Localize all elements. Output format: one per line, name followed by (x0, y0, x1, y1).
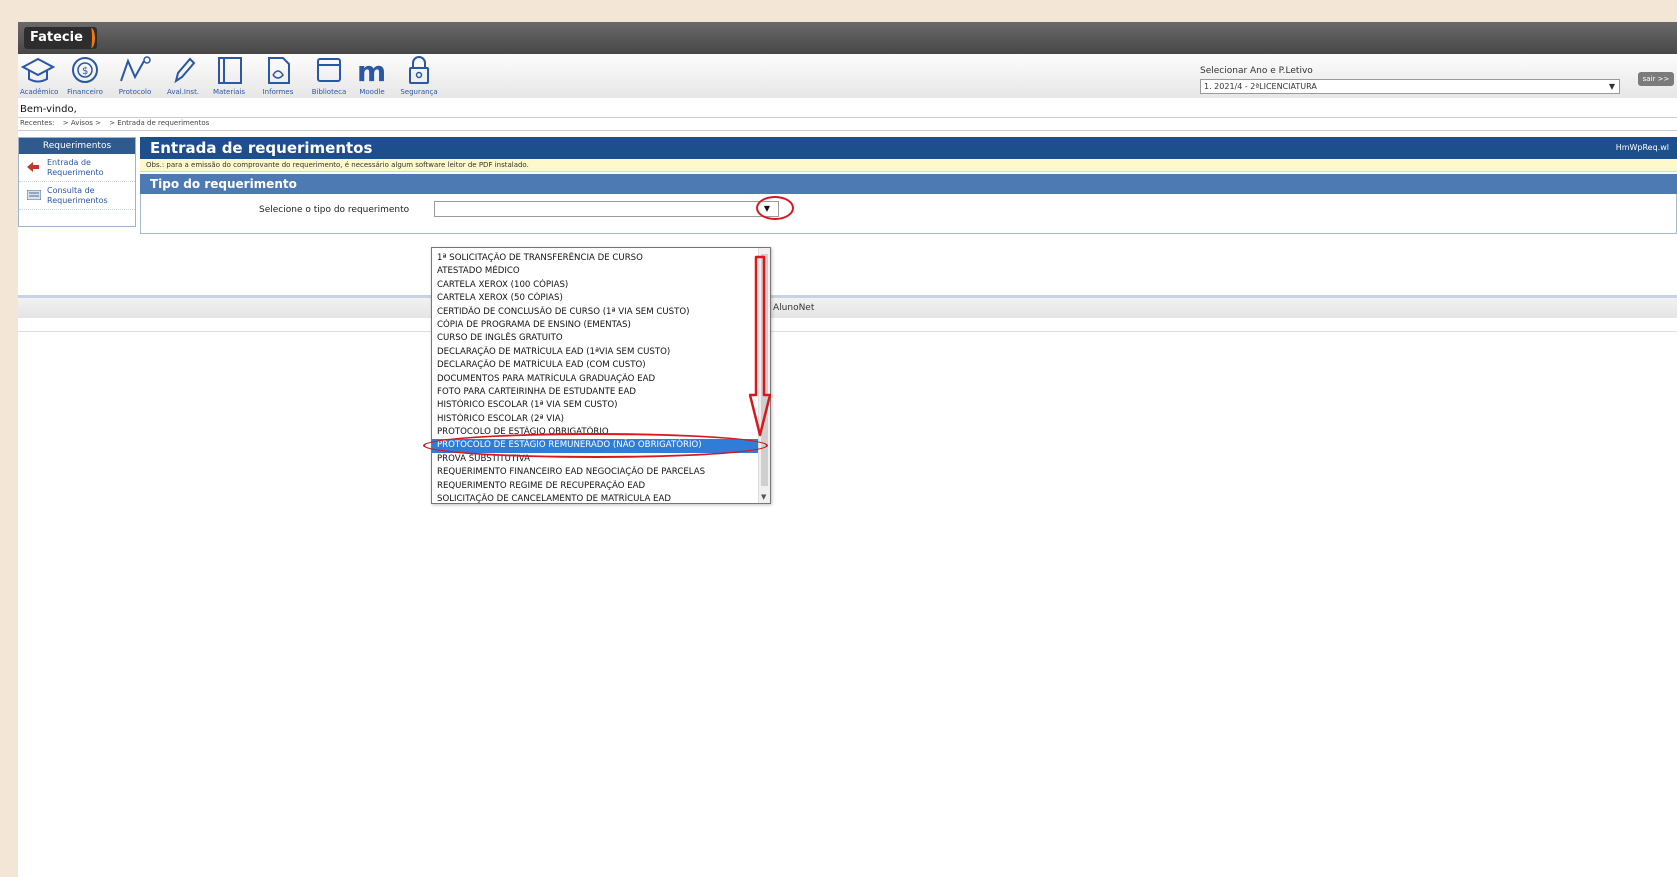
divider (18, 130, 1677, 131)
menu-item-informes[interactable]: Informes (260, 54, 296, 98)
menu-item-aval-inst[interactable]: Aval.Inst. (164, 54, 202, 98)
page-code: HmWpReq.wl (1615, 143, 1669, 152)
main-panel: Entrada de requerimentos HmWpReq.wl Obs.… (140, 137, 1677, 272)
menu-label: Financeiro (67, 88, 103, 96)
sidebar-item-consulta[interactable]: Consulta de Requerimentos (19, 182, 135, 210)
dropdown-option[interactable]: CÓPIA DE PROGRAMA DE ENSINO (EMENTAS) (432, 319, 770, 332)
sidebar-item-label: Entrada de Requerimento (47, 158, 104, 177)
logo-text: Fatecie (30, 30, 83, 45)
dropdown-option[interactable]: CERTIDÃO DE CONCLUSÃO DE CURSO (1ª VIA S… (432, 306, 770, 319)
menu-label: Biblioteca (311, 88, 347, 96)
sidebar-title: Requerimentos (19, 138, 135, 154)
menu-item-academico[interactable]: Acadêmico (20, 54, 59, 98)
menu-item-materiais[interactable]: Materiais (212, 54, 246, 98)
menu-item-seguranca[interactable]: Segurança (400, 54, 438, 98)
dropdown-option[interactable]: 1ª SOLICITAÇÃO DE TRANSFERÊNCIA DE CURSO (432, 252, 770, 265)
section-title: Tipo do requerimento (140, 174, 1677, 194)
menu-item-moodle[interactable]: m Moodle (354, 54, 390, 98)
dropdown-option[interactable]: DOCUMENTOS PARA MATRÍCULA GRADUAÇÃO EAD (432, 373, 770, 386)
dropdown-option[interactable]: CARTELA XEROX (100 CÓPIAS) (432, 279, 770, 292)
dropdown-option[interactable]: DECLARAÇÃO DE MATRÍCULA EAD (COM CUSTO) (432, 359, 770, 372)
line-graph-icon (120, 56, 151, 82)
exit-button[interactable]: sair >> (1638, 72, 1674, 86)
annotation-oval (423, 433, 768, 458)
footer-text: AlunoNet (773, 303, 815, 313)
app-window: Fatecie Acadêmico $ Financeiro Protocolo… (18, 22, 1677, 877)
dropdown-option[interactable]: FOTO PARA CARTEIRINHA DE ESTUDANTE EAD (432, 386, 770, 399)
menu-label: Informes (262, 88, 294, 96)
logo-swoosh-icon (87, 28, 95, 48)
sidebar-item-label: Consulta de Requerimentos (47, 186, 108, 205)
breadcrumb-link-entrada[interactable]: > Entrada de requerimentos (109, 119, 209, 127)
divider (18, 117, 1677, 118)
requerimento-type-options[interactable]: 1ª SOLICITAÇÃO DE TRANSFERÊNCIA DE CURSO… (431, 247, 771, 504)
menu-label: Moodle (359, 88, 385, 96)
menu-label: Aval.Inst. (166, 88, 200, 96)
type-select-label: Selecione o tipo do requerimento (259, 205, 410, 215)
year-select-label: Selecionar Ano e P.Letivo (1200, 66, 1313, 76)
annotation-circle (756, 196, 794, 220)
page-title-bar: Entrada de requerimentos HmWpReq.wl (140, 137, 1677, 159)
dropdown-option[interactable]: REQUERIMENTO REGIME DE RECUPERAÇÃO EAD (432, 480, 770, 493)
dropdown-option[interactable]: DECLARAÇÃO DE MATRÍCULA EAD (1ªVIA SEM C… (432, 346, 770, 359)
menu-label: Acadêmico (20, 88, 59, 96)
dropdown-option[interactable]: ATESTADO MÉDICO (432, 265, 770, 278)
scroll-down-icon[interactable]: ▼ (761, 493, 766, 501)
chevron-down-icon: ▼ (1608, 82, 1615, 91)
welcome-text: Bem-vindo, (20, 104, 77, 115)
menu-label: Materiais (212, 88, 246, 96)
dropdown-option[interactable]: SOLICITAÇÃO DE CANCELAMENTO DE MATRÍCULA… (432, 493, 770, 503)
menu-item-protocolo[interactable]: Protocolo (118, 54, 152, 98)
requerimentos-sidebar: Requerimentos Entrada de Requerimento Co… (18, 137, 136, 227)
pdf-notice: Obs.: para a emissão do comprovante do r… (140, 159, 1677, 172)
menu-item-biblioteca[interactable]: Biblioteca (310, 54, 348, 98)
sidebar-item-entrada[interactable]: Entrada de Requerimento (19, 154, 135, 182)
page-title: Entrada de requerimentos (150, 139, 373, 157)
arrow-entry-icon (27, 162, 39, 172)
dropdown-option[interactable]: HISTÓRICO ESCOLAR (1ª VIA SEM CUSTO) (432, 399, 770, 412)
menu-label: Segurança (400, 88, 438, 96)
menu-label: Protocolo (118, 88, 152, 96)
list-search-icon (27, 190, 41, 200)
main-menu: Acadêmico $ Financeiro Protocolo Aval.In… (18, 54, 1677, 98)
divider (18, 331, 1677, 332)
year-period-select[interactable]: 1. 2021/4 - 2ªLICENCIATURA ▼ (1200, 79, 1620, 94)
dropdown-option[interactable]: CARTELA XEROX (50 CÓPIAS) (432, 292, 770, 305)
dollar-coin-icon: $ (72, 57, 98, 83)
footer: AlunoNet (18, 298, 1677, 318)
type-row: Selecione o tipo do requerimento ▼ (140, 194, 1677, 234)
menu-item-financeiro[interactable]: $ Financeiro (66, 54, 104, 98)
breadcrumb: Recentes: > Avisos > > Entrada de requer… (20, 119, 215, 127)
fatecie-logo[interactable]: Fatecie (24, 27, 97, 49)
svg-text:m: m (357, 55, 386, 85)
annotation-arrow-icon (749, 255, 771, 437)
dropdown-option[interactable]: HISTÓRICO ESCOLAR (2ª VIA) (432, 413, 770, 426)
top-bar: Fatecie (18, 22, 1677, 54)
breadcrumb-label: Recentes: (20, 119, 55, 127)
lock-icon (409, 56, 429, 84)
year-select-value: 1. 2021/4 - 2ªLICENCIATURA (1204, 82, 1317, 91)
mortarboard-icon (21, 57, 55, 83)
breadcrumb-link-avisos[interactable]: > Avisos > (63, 119, 101, 127)
moodle-icon: m (357, 55, 386, 85)
document-icon (268, 57, 290, 84)
dropdown-option[interactable]: CURSO DE INGLÊS GRATUITO (432, 332, 770, 345)
svg-text:$: $ (82, 66, 88, 77)
pencil-icon (174, 57, 196, 84)
book-icon (218, 57, 242, 84)
requerimento-type-select[interactable]: ▼ (434, 201, 779, 217)
window-icon (317, 58, 341, 82)
dropdown-option[interactable]: REQUERIMENTO FINANCEIRO EAD NEGOCIAÇÃO D… (432, 466, 770, 479)
